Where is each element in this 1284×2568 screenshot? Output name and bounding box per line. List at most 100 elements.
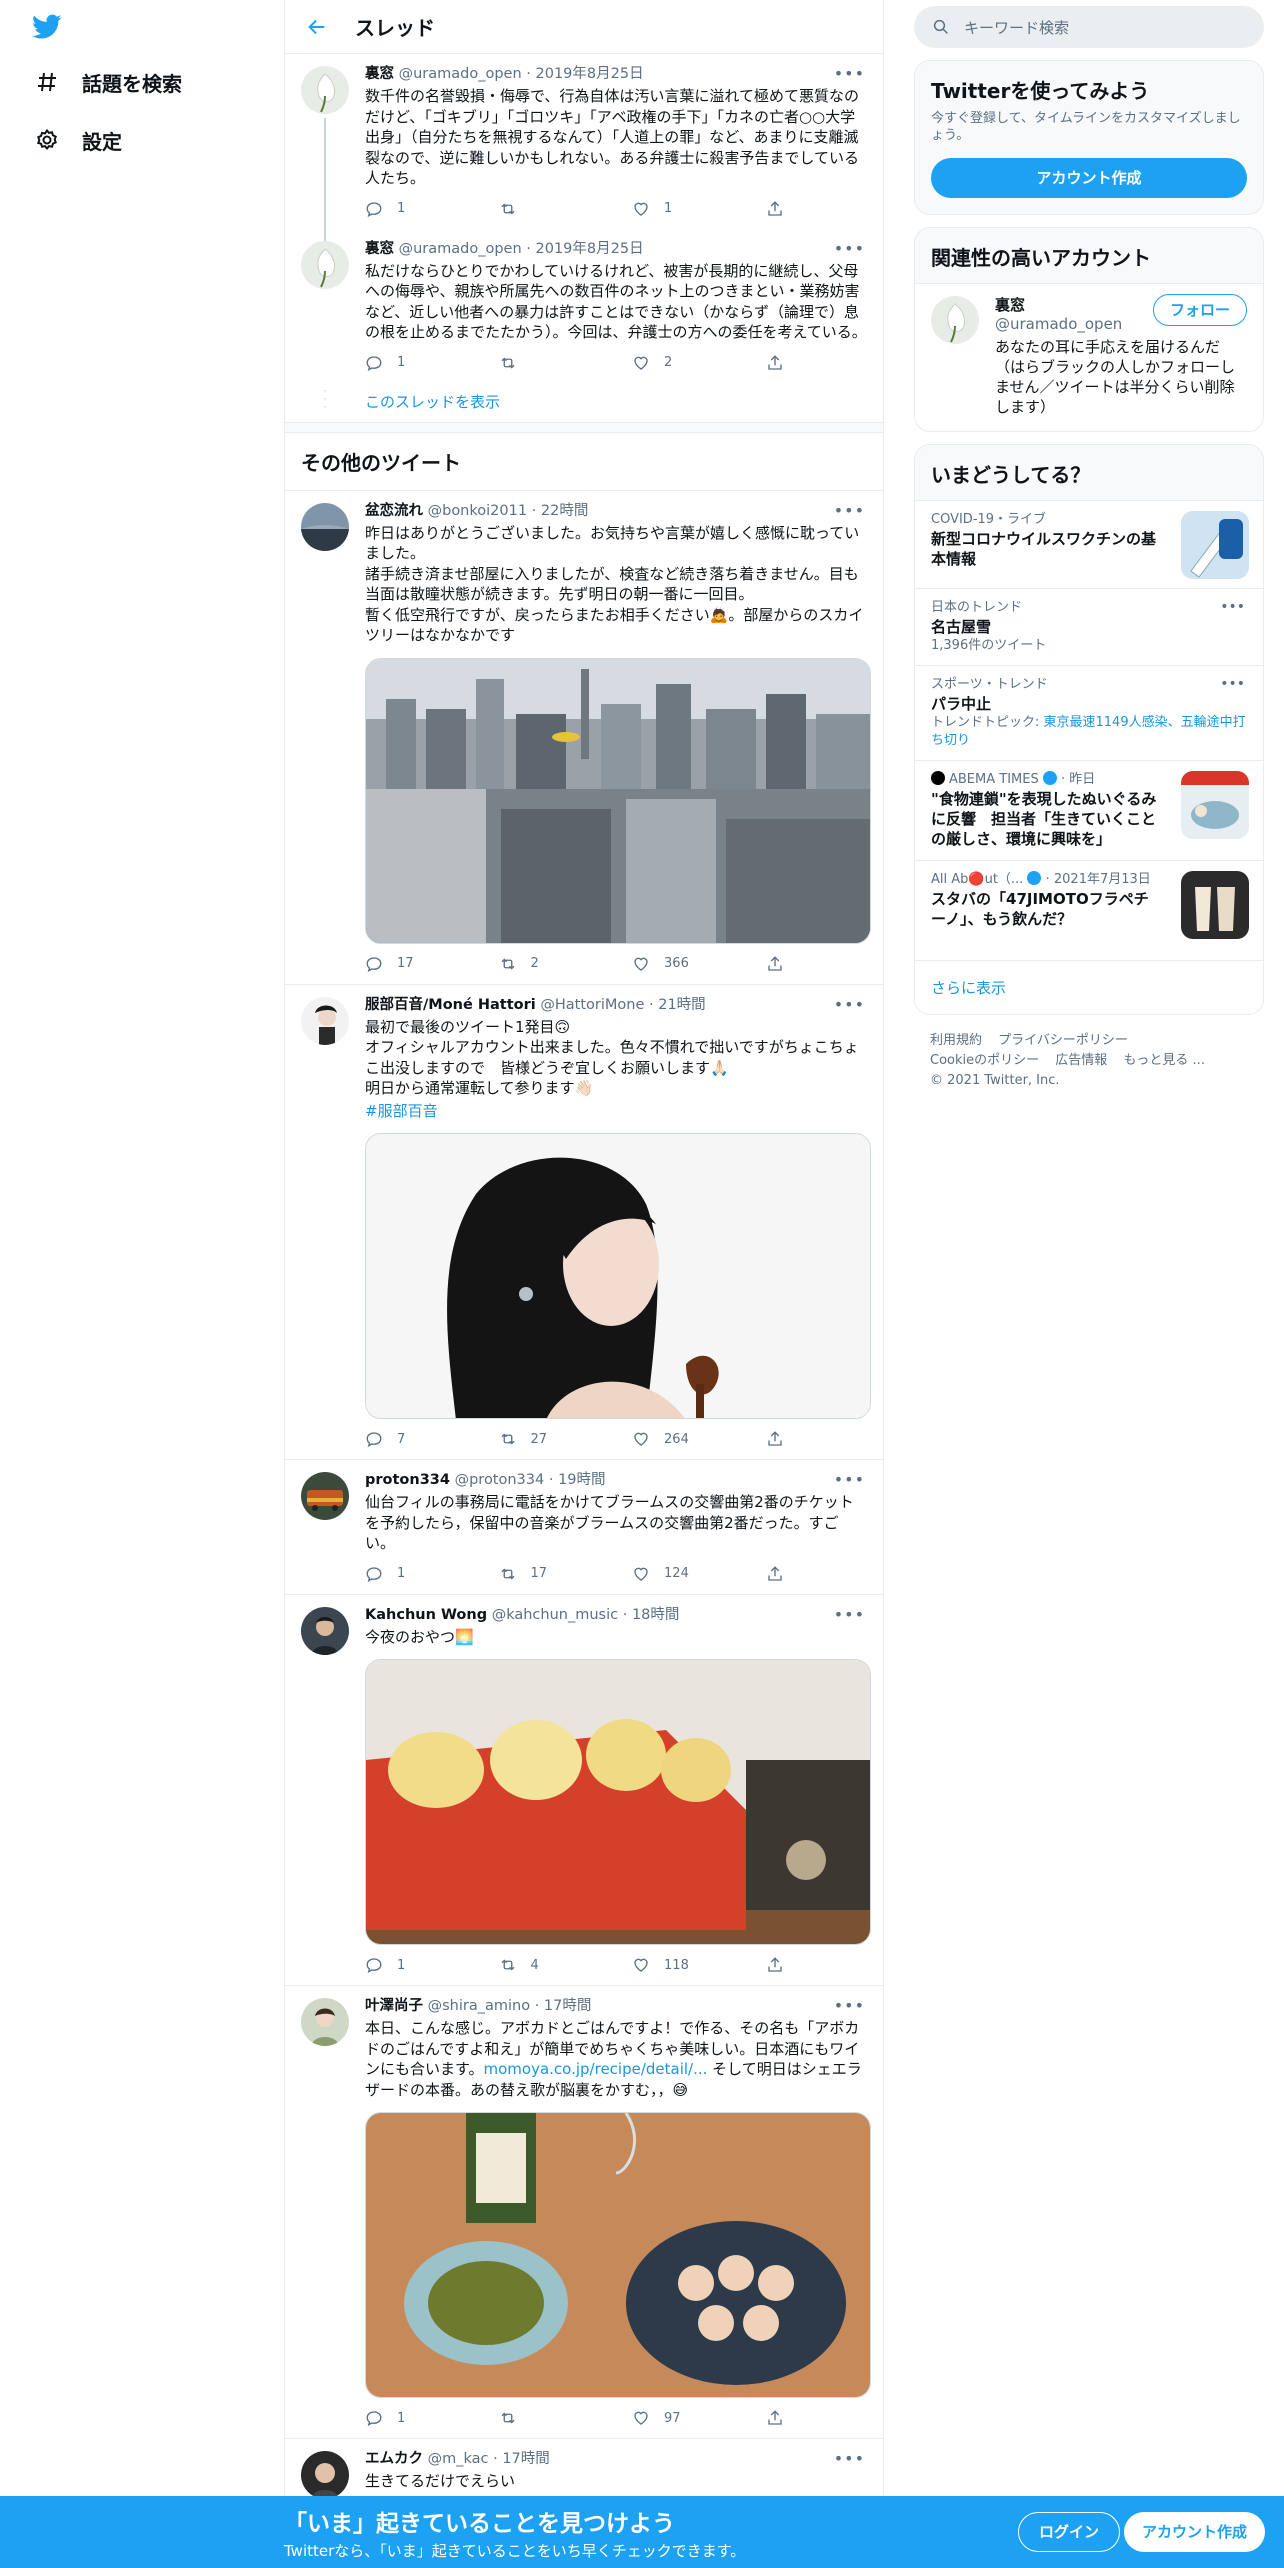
tweet-author-handle[interactable]: @uramado_open xyxy=(399,241,522,257)
tweet-time[interactable]: 22時間 xyxy=(541,503,588,519)
tweet-time[interactable]: 19時間 xyxy=(558,1472,605,1488)
more-icon[interactable]: ••• xyxy=(834,1470,865,1489)
more-icon[interactable]: ••• xyxy=(834,239,865,258)
share-button[interactable] xyxy=(766,200,795,218)
avatar[interactable] xyxy=(301,66,349,114)
share-button[interactable] xyxy=(766,1565,795,1583)
thread-tweet[interactable]: 裏窓 @uramado_open · 2019年8月25日 ••• 数千件の名誉… xyxy=(285,54,883,241)
create-account-button[interactable]: アカウント作成 xyxy=(931,158,1247,198)
tweet-photo-pork-buns-box[interactable] xyxy=(365,1659,871,1945)
avatar[interactable] xyxy=(301,240,349,289)
tweet[interactable]: proton334 @proton334 · 19時間 ••• 仙台フィルの事務… xyxy=(285,1460,883,1595)
show-more-link[interactable]: さらに表示 xyxy=(915,960,1263,1014)
more-icon[interactable]: ••• xyxy=(834,64,865,83)
tweet-author-name[interactable]: 服部百音/Moné Hattori xyxy=(365,997,536,1013)
footer-more-link[interactable]: もっと見る ... xyxy=(1123,1053,1205,1068)
share-button[interactable] xyxy=(766,354,795,372)
avatar[interactable] xyxy=(301,2451,349,2499)
tweet-time[interactable]: 2019年8月25日 xyxy=(536,66,644,82)
share-button[interactable] xyxy=(766,1956,795,1974)
tweet-author-name[interactable]: 裏窓 xyxy=(365,241,394,257)
twitter-bird-icon[interactable] xyxy=(32,14,62,40)
avatar[interactable] xyxy=(301,1998,349,2046)
retweet-button[interactable]: 2 xyxy=(499,955,633,973)
nav-settings[interactable]: 設定 xyxy=(34,120,122,160)
tweet-time[interactable]: 18時間 xyxy=(632,1607,679,1623)
trend-item[interactable]: COVID-19・ライブ 新型コロナウイルスワクチンの基本情報 xyxy=(915,500,1263,588)
tweet-author-handle[interactable]: @bonkoi2011 xyxy=(428,503,527,519)
nav-explore[interactable]: 話題を検索 xyxy=(34,62,182,102)
retweet-button[interactable] xyxy=(499,2409,633,2427)
retweet-button[interactable]: 27 xyxy=(499,1430,633,1448)
tweet-time[interactable]: 2019年8月25日 xyxy=(536,241,644,257)
back-arrow-icon[interactable] xyxy=(305,15,329,39)
tweet-author-handle[interactable]: @shira_amino xyxy=(428,1998,530,2014)
tweet-url-link[interactable]: momoya.co.jp/recipe/detail/... xyxy=(484,2060,708,2078)
more-icon[interactable]: ••• xyxy=(1220,676,1245,692)
tweet-time[interactable]: 17時間 xyxy=(502,2451,549,2467)
trend-item[interactable]: スポーツ・トレンド パラ中止 トレンドトピック: 東京最速1149人感染、五輪途… xyxy=(915,665,1263,760)
like-button[interactable]: 124 xyxy=(632,1565,766,1583)
reply-button[interactable]: 1 xyxy=(365,354,499,372)
reply-button[interactable]: 1 xyxy=(365,1956,499,1974)
tweet[interactable]: 盆恋流れ @bonkoi2011 · 22時間 ••• 昨日はありがとうございま… xyxy=(285,491,883,985)
more-icon[interactable]: ••• xyxy=(834,995,865,1014)
tweet-photo-portrait-cello[interactable] xyxy=(365,1133,871,1419)
like-button[interactable]: 1 xyxy=(632,200,766,218)
footer-ads-link[interactable]: 広告情報 xyxy=(1055,1053,1107,1068)
like-button[interactable]: 2 xyxy=(632,354,766,372)
reply-button[interactable]: 1 xyxy=(365,1565,499,1583)
trend-item[interactable]: ABEMA TIMES · 昨日 "食物連鎖"を表現したぬいぐるみに反響 担当者… xyxy=(915,760,1263,860)
more-icon[interactable]: ••• xyxy=(1220,599,1245,615)
tweet-author-name[interactable]: 裏窓 xyxy=(365,66,394,82)
reply-button[interactable]: 17 xyxy=(365,955,499,973)
share-button[interactable] xyxy=(766,955,795,973)
avatar[interactable] xyxy=(301,502,349,551)
tweet-author-name[interactable]: 盆恋流れ xyxy=(365,503,423,519)
like-button[interactable]: 264 xyxy=(632,1430,766,1448)
retweet-button[interactable] xyxy=(499,354,633,372)
retweet-button[interactable]: 17 xyxy=(499,1565,633,1583)
retweet-button[interactable]: 4 xyxy=(499,1956,633,1974)
thread-tweet[interactable]: 裏窓 @uramado_open · 2019年8月25日 ••• 私だけならひ… xyxy=(285,229,883,383)
signup-button[interactable]: アカウント作成 xyxy=(1124,2512,1266,2552)
trend-item[interactable]: 日本のトレンド 名古屋雪 1,396件のツイート ••• xyxy=(915,588,1263,665)
tweet-author-name[interactable]: Kahchun Wong xyxy=(365,1607,487,1623)
tweet-author-handle[interactable]: @HattoriMone xyxy=(540,997,644,1013)
avatar[interactable] xyxy=(301,1606,349,1655)
tweet[interactable]: エムカク @m_kac · 17時間 ••• 生きてるだけでえらい xyxy=(285,2439,883,2499)
avatar[interactable] xyxy=(931,296,979,344)
retweet-button[interactable] xyxy=(499,200,633,218)
avatar[interactable] xyxy=(301,1472,349,1520)
like-button[interactable]: 97 xyxy=(632,2409,766,2427)
reply-button[interactable]: 1 xyxy=(365,200,499,218)
follow-button[interactable]: フォロー xyxy=(1152,294,1247,326)
search-input[interactable]: キーワード検索 xyxy=(914,6,1264,48)
tweet[interactable]: Kahchun Wong @kahchun_music · 18時間 ••• 今… xyxy=(285,1595,883,1986)
tweet-time[interactable]: 21時間 xyxy=(658,997,705,1013)
relevant-account[interactable]: 裏窓 @uramado_open フォロー あなたの耳に手応えを届けるんだ（はら… xyxy=(915,283,1263,431)
more-icon[interactable]: ••• xyxy=(834,2449,865,2468)
tweet-author-handle[interactable]: @kahchun_music xyxy=(492,1607,618,1623)
reply-button[interactable]: 1 xyxy=(365,2409,499,2427)
tweet-photo-city-skyline[interactable] xyxy=(365,657,871,944)
like-button[interactable]: 366 xyxy=(632,955,766,973)
reply-button[interactable]: 7 xyxy=(365,1430,499,1448)
more-icon[interactable]: ••• xyxy=(834,1605,865,1624)
show-thread-link[interactable]: · · · このスレッドを表示 xyxy=(285,383,883,423)
avatar[interactable] xyxy=(301,996,349,1045)
share-button[interactable] xyxy=(766,2409,795,2427)
like-button[interactable]: 118 xyxy=(632,1956,766,1974)
tweet-author-handle[interactable]: @uramado_open xyxy=(399,66,522,82)
footer-privacy-link[interactable]: プライバシーポリシー xyxy=(998,1033,1128,1048)
tweet-photo-dinner-table[interactable] xyxy=(365,2112,871,2398)
tweet-author-name[interactable]: エムカク xyxy=(365,2451,423,2467)
trend-item[interactable]: All Ab🔴ut（... · 2021年7月13日 スタバの「47JIMOTO… xyxy=(915,860,1263,960)
tweet[interactable]: 服部百音/Moné Hattori @HattoriMone · 21時間 ••… xyxy=(285,985,883,1460)
tweet-author-name[interactable]: proton334 xyxy=(365,1472,450,1488)
tweet-author-handle[interactable]: @m_kac xyxy=(428,2451,489,2467)
hashtag-link[interactable]: #服部百音 xyxy=(365,1102,438,1120)
footer-cookie-link[interactable]: Cookieのポリシー xyxy=(930,1053,1039,1068)
footer-terms-link[interactable]: 利用規約 xyxy=(930,1033,982,1048)
login-button[interactable]: ログイン xyxy=(1018,2512,1121,2552)
